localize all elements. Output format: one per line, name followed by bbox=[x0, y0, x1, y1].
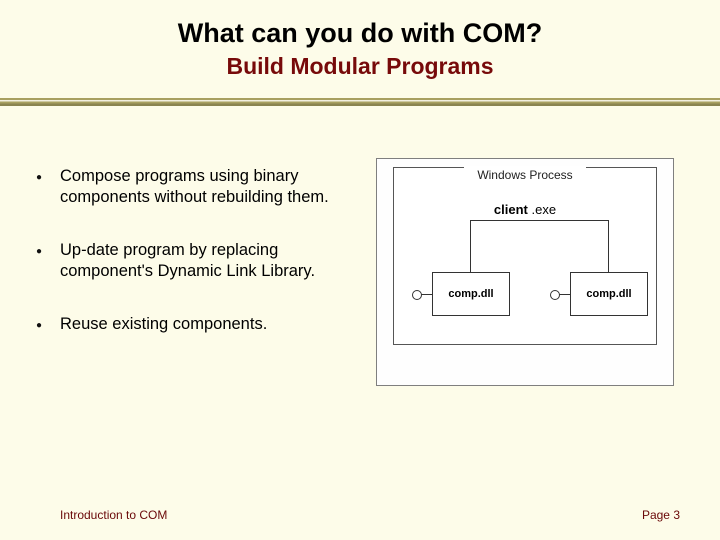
list-item: ● Reuse existing components. bbox=[28, 314, 358, 335]
connector-line bbox=[470, 220, 471, 272]
component-box-right: comp.dll bbox=[570, 272, 648, 316]
footer-left: Introduction to COM bbox=[60, 508, 167, 522]
content-area: ● Compose programs using binary componen… bbox=[0, 106, 720, 386]
bullet-list: ● Compose programs using binary componen… bbox=[28, 166, 358, 386]
interface-lollipop-icon bbox=[552, 294, 570, 295]
client-label-ext: .exe bbox=[528, 202, 556, 217]
connector-line bbox=[608, 220, 609, 272]
client-label: client .exe bbox=[394, 202, 656, 217]
slide-title: What can you do with COM? bbox=[0, 18, 720, 49]
bullet-text: Reuse existing components. bbox=[60, 314, 267, 335]
bullet-icon: ● bbox=[28, 240, 60, 282]
client-label-bold: client bbox=[494, 202, 528, 217]
title-block: What can you do with COM? Build Modular … bbox=[0, 0, 720, 80]
footer: Introduction to COM Page 3 bbox=[0, 508, 720, 522]
bullet-icon: ● bbox=[28, 314, 60, 335]
interface-lollipop-icon bbox=[414, 294, 432, 295]
footer-page-number: Page 3 bbox=[642, 508, 680, 522]
diagram-panel: Windows Process client .exe comp.dll com… bbox=[376, 166, 692, 386]
slide-subtitle: Build Modular Programs bbox=[0, 53, 720, 80]
bullet-text: Compose programs using binary components… bbox=[60, 166, 358, 208]
bullet-text: Up-date program by replacing component's… bbox=[60, 240, 358, 282]
diagram-frame: Windows Process client .exe comp.dll com… bbox=[376, 158, 674, 386]
divider-rule bbox=[0, 98, 720, 106]
process-label: Windows Process bbox=[464, 166, 586, 184]
list-item: ● Compose programs using binary componen… bbox=[28, 166, 358, 208]
component-box-left: comp.dll bbox=[432, 272, 510, 316]
list-item: ● Up-date program by replacing component… bbox=[28, 240, 358, 282]
connector-line bbox=[470, 220, 608, 221]
process-box: Windows Process client .exe comp.dll com… bbox=[393, 167, 657, 345]
bullet-icon: ● bbox=[28, 166, 60, 208]
